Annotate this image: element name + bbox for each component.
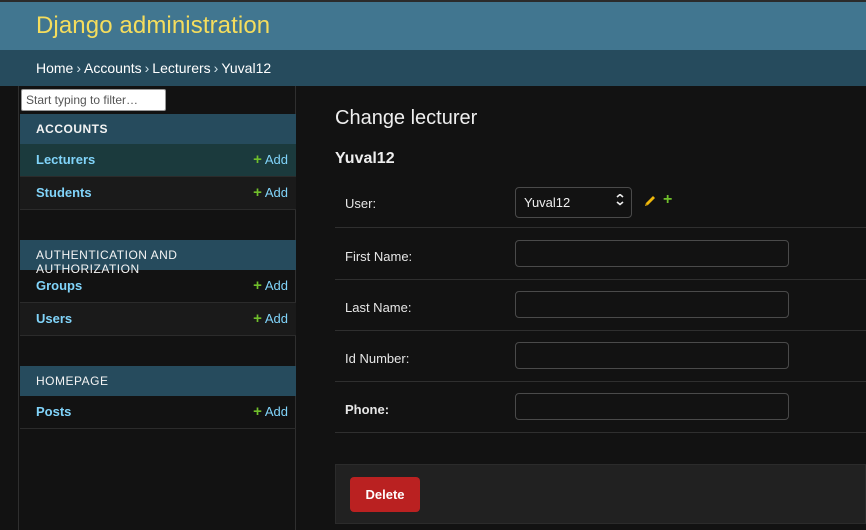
form-row-id-number: Id Number: <box>335 331 866 382</box>
submit-row: Delete <box>335 464 866 524</box>
sidebar-item-students: Students + Add <box>20 177 296 210</box>
module-caption-accounts[interactable]: ACCOUNTS <box>20 114 296 144</box>
sidebar-item-users: Users + Add <box>20 303 296 336</box>
field-label-first-name: First Name: <box>345 249 413 264</box>
add-label: Add <box>264 185 288 200</box>
add-label: Add <box>264 311 288 326</box>
breadcrumb-accounts[interactable]: Accounts <box>84 60 142 76</box>
add-post-link[interactable]: + Add <box>253 403 288 420</box>
plus-icon: + <box>253 151 262 168</box>
nav-filter-input[interactable] <box>21 89 166 111</box>
page-title: Change lecturer <box>335 107 478 129</box>
module-caption-homepage[interactable]: HOMEPAGE <box>20 366 296 396</box>
sidebar-nav: ACCOUNTS Lecturers +Add Students +Add AU… <box>18 86 296 530</box>
delete-button[interactable]: Delete <box>350 477 420 512</box>
plus-icon: + <box>253 310 262 327</box>
module-caption-auth[interactable]: AUTHENTICATION AND AUTHORIZATION <box>20 240 296 276</box>
add-lecturer-link[interactable]: + Add <box>253 151 288 168</box>
chevron-down-icon <box>615 193 625 211</box>
breadcrumb-separator: › <box>144 60 150 76</box>
add-label: Add <box>264 152 288 167</box>
site-brand[interactable]: Django administration <box>36 12 270 40</box>
user-select[interactable]: Yuval12 <box>515 187 632 218</box>
form-row-phone: Phone: <box>335 382 866 433</box>
breadcrumb-current: Yuval12 <box>221 60 272 76</box>
sidebar-item-posts: Posts + Add <box>20 396 296 429</box>
add-student-link[interactable]: + Add <box>253 184 288 201</box>
pencil-icon[interactable] <box>643 194 657 208</box>
object-name: Yuval12 <box>335 150 395 167</box>
sidebar-item-groups: Groups + Add <box>20 270 296 303</box>
last-name-input[interactable] <box>515 291 789 318</box>
plus-icon: + <box>253 277 262 294</box>
id-number-input[interactable] <box>515 342 789 369</box>
field-label-id-number: Id Number: <box>345 351 410 366</box>
field-label-phone: Phone: <box>345 402 390 417</box>
module-caption-label: HOMEPAGE <box>36 374 109 388</box>
model-link-groups[interactable]: Groups <box>36 278 82 293</box>
form-row-last-name: Last Name: <box>335 280 866 331</box>
first-name-input[interactable] <box>515 240 789 267</box>
field-label-last-name: Last Name: <box>345 300 412 315</box>
plus-icon: + <box>253 184 262 201</box>
field-label-user: User: <box>345 196 377 211</box>
breadcrumb-separator: › <box>213 60 219 76</box>
add-label: Add <box>264 278 288 293</box>
add-group-link[interactable]: + Add <box>253 277 288 294</box>
breadcrumb: Home › Accounts › Lecturers › Yuval12 <box>0 50 866 86</box>
sidebar-item-lecturers: Lecturers + Add <box>20 144 296 177</box>
form-row-user: User: Yuval12 + <box>335 177 866 228</box>
breadcrumb-home[interactable]: Home <box>36 60 73 76</box>
plus-icon[interactable]: + <box>663 191 672 209</box>
user-select-value: Yuval12 <box>524 195 571 210</box>
model-link-users[interactable]: Users <box>36 311 72 326</box>
plus-icon: + <box>253 403 262 420</box>
add-label: Add <box>264 404 288 419</box>
site-header: Django administration <box>0 0 866 50</box>
add-user-link[interactable]: + Add <box>253 310 288 327</box>
phone-input[interactable] <box>515 393 789 420</box>
module-caption-label: ACCOUNTS <box>36 122 108 136</box>
breadcrumb-lecturers[interactable]: Lecturers <box>152 60 210 76</box>
model-link-posts[interactable]: Posts <box>36 404 71 419</box>
form-row-first-name: First Name: <box>335 229 866 280</box>
breadcrumb-separator: › <box>76 60 82 76</box>
model-link-lecturers[interactable]: Lecturers <box>36 152 95 167</box>
model-link-students[interactable]: Students <box>36 185 92 200</box>
